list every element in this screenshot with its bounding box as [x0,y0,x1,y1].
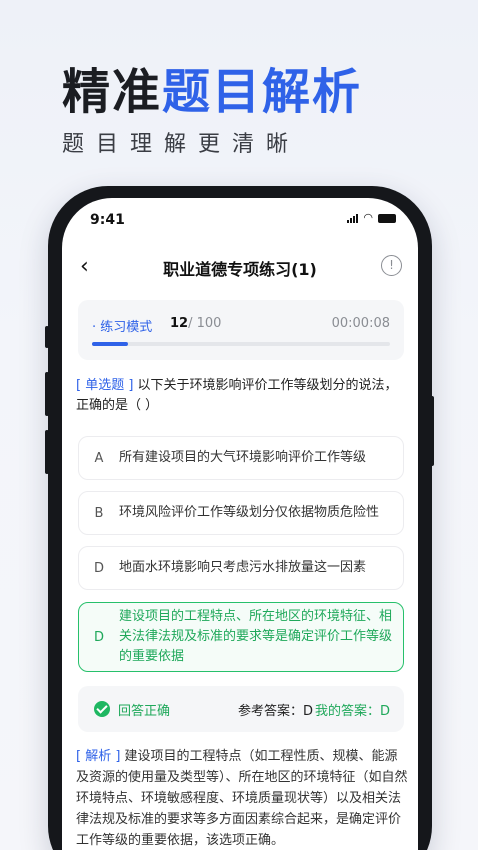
status-time: 9:41 [90,212,125,228]
question-total: / 100 [188,316,222,331]
option-text: 建设项目的工程特点、所在地区的环境特征、相关法律法规及标准的要求等是确定评价工作… [119,609,393,664]
timer: 00:00:08 [331,316,390,331]
option-letter: B [94,505,104,521]
hero-title-dark: 精准 [62,64,163,120]
hero-title-highlight: 题目解析 [162,64,363,120]
option-text: 所有建设项目的大气环境影响评价工作等级 [119,450,367,465]
practice-mode-card: · 练习模式 12/ 100 00:00:08 [78,300,404,360]
signal-icon [347,213,359,223]
phone-screen: 9:41 ◠ ‹ 职业道德专项练习(1) ! · 练习模式 12/ 100 00… [62,198,418,850]
analysis-text: [ 解析 ] 建设项目的工程特点（如工程性质、规模、能源及资源的使用量及类型等）… [76,746,408,850]
analysis-label: [ 解析 ] [76,749,121,764]
wifi-icon: ◠ [363,211,373,224]
analysis-body: 建设项目的工程特点（如工程性质、规模、能源及资源的使用量及类型等）、所在地区的环… [76,749,408,848]
progress-bar [92,342,390,346]
option-text: 地面水环境影响只考虑污水排放量这一因素 [119,560,367,575]
phone-side-button [45,326,49,348]
battery-icon [378,213,396,223]
option-a[interactable]: A 所有建设项目的大气环境影响评价工作等级 [78,436,404,480]
option-letter: D [93,560,104,576]
option-c[interactable]: D 地面水环境影响只考虑污水排放量这一因素 [78,546,404,590]
question-counter: 12/ 100 [170,316,221,331]
result-status: 回答正确 [118,704,171,719]
reference-answer: 参考答案：D [238,704,314,719]
option-letter: A [94,450,104,466]
option-letter: D [93,629,104,645]
question-type: [ 单选题 ] [76,378,134,393]
option-text: 环境风险评价工作等级划分仅依据物质危险性 [119,505,380,520]
my-answer: 我的答案：D [314,704,390,719]
hero-subtitle: 题目理解更清晰 [62,132,301,157]
question-current: 12 [170,316,189,331]
hero-title: 精准题目解析 [62,52,362,122]
answer-result-bar: 回答正确 参考答案：D 我的答案：D [78,686,404,732]
phone-power-button [430,396,434,466]
status-icons: ◠ [347,211,396,224]
practice-mode-label[interactable]: · 练习模式 [92,316,152,335]
phone-volume-down-button [45,430,49,474]
info-icon[interactable]: ! [381,255,402,276]
option-b[interactable]: B 环境风险评价工作等级划分仅依据物质危险性 [78,491,404,535]
check-circle-icon [94,701,110,717]
page-title: 职业道德专项练习(1) [163,260,317,279]
progress-bar-fill [92,342,128,346]
option-d-correct[interactable]: D 建设项目的工程特点、所在地区的环境特征、相关法律法规及标准的要求等是确定评价… [78,602,404,672]
question-text: [ 单选题 ] 以下关于环境影响评价工作等级划分的说法，正确的是（ ） [76,376,406,416]
phone-volume-up-button [45,372,49,416]
